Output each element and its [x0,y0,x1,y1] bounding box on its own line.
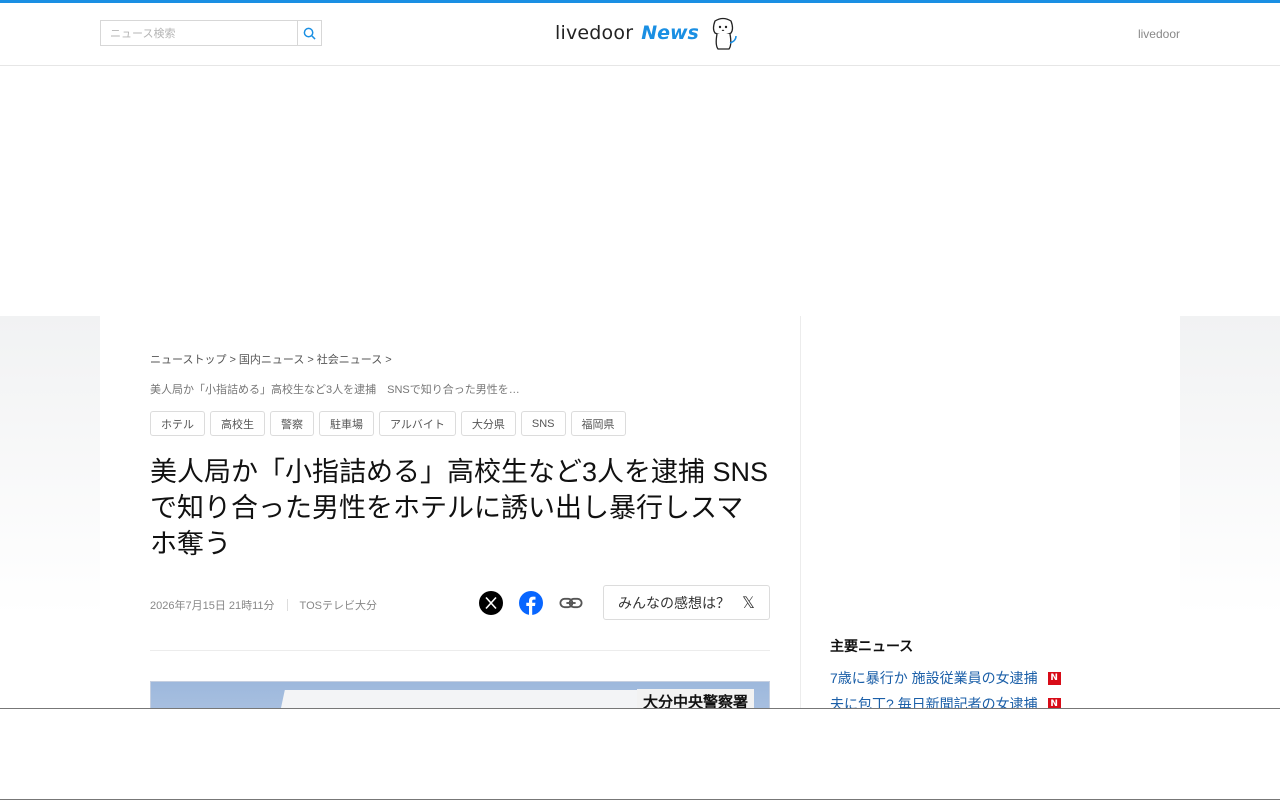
tag-police[interactable]: 警察 [270,411,314,436]
breadcrumb: ニューストップ > 国内ニュース > 社会ニュース > [150,351,395,367]
sidebar-title: 主要ニュース [830,638,914,654]
article-title: 美人局か「小指詰める」高校生など3人を逮捕 SNSで知り合った男性をホテルに誘い… [150,457,769,559]
livedoor-link[interactable]: livedoor [1138,27,1180,41]
facebook-icon [519,591,543,615]
search-icon [303,27,316,40]
tag-list: ホテル 高校生 警察 駐車場 アルバイト 大分県 SNS 福岡県 [150,411,626,436]
kanso-label: みんなの感想は？ [618,594,731,611]
article-source[interactable]: TOSテレビ大分 [300,597,377,613]
sidebar-news-item[interactable]: 7歳に暴行か 施設従業員の女逮捕 N [830,668,1061,688]
share-x-button[interactable] [479,591,503,615]
link-icon [559,597,583,609]
bottom-ad-bar [0,708,1280,800]
kanso-button[interactable]: みんなの感想は？ 𝕏 [603,585,770,620]
breadcrumb-current: 美人局か「小指詰める」高校生など3人を逮捕 SNSで知り合った男性を… [150,384,520,396]
tag-fukuoka[interactable]: 福岡県 [570,411,626,436]
site-header: livedoor News livedoor [0,3,1280,66]
copy-link-button[interactable] [559,591,583,615]
site-logo[interactable]: livedoor News [555,13,739,53]
search-button[interactable] [297,21,321,45]
search-box [100,20,322,46]
tag-parking[interactable]: 駐車場 [319,411,374,436]
breadcrumb-separator: > [385,354,392,366]
tag-oita[interactable]: 大分県 [460,411,516,436]
ad-banner-area [0,66,1280,316]
x-icon [479,591,503,615]
new-badge-icon: N [1047,671,1061,685]
sidebar-news-text: 7歳に暴行か 施設従業員の女逮捕 [830,670,1038,686]
breadcrumb-separator: > [307,354,314,366]
section-divider [150,650,770,651]
breadcrumb-domestic[interactable]: 国内ニュース [239,354,304,366]
tag-high-school[interactable]: 高校生 [210,411,265,436]
breadcrumb-society[interactable]: 社会ニュース [317,354,382,366]
share-buttons [479,591,599,615]
logo-word-news: News [641,22,699,44]
x-logo-icon: 𝕏 [742,594,755,612]
tag-hotel[interactable]: ホテル [150,411,205,436]
article-date: 2026年7月15日 21時11分 [150,600,275,612]
logo-word-livedoor: livedoor [555,22,634,44]
tag-sns[interactable]: SNS [520,411,566,436]
meta-divider [286,599,288,611]
breadcrumb-separator: > [229,354,236,366]
share-facebook-button[interactable] [519,591,543,615]
article-meta: 2026年7月15日 21時11分 TOSテレビ大分 [150,597,377,613]
search-input[interactable] [101,21,298,45]
breadcrumb-news-top[interactable]: ニューストップ [150,354,226,366]
tag-part-time[interactable]: アルバイト [379,411,456,436]
dog-mascot-icon [712,17,737,50]
